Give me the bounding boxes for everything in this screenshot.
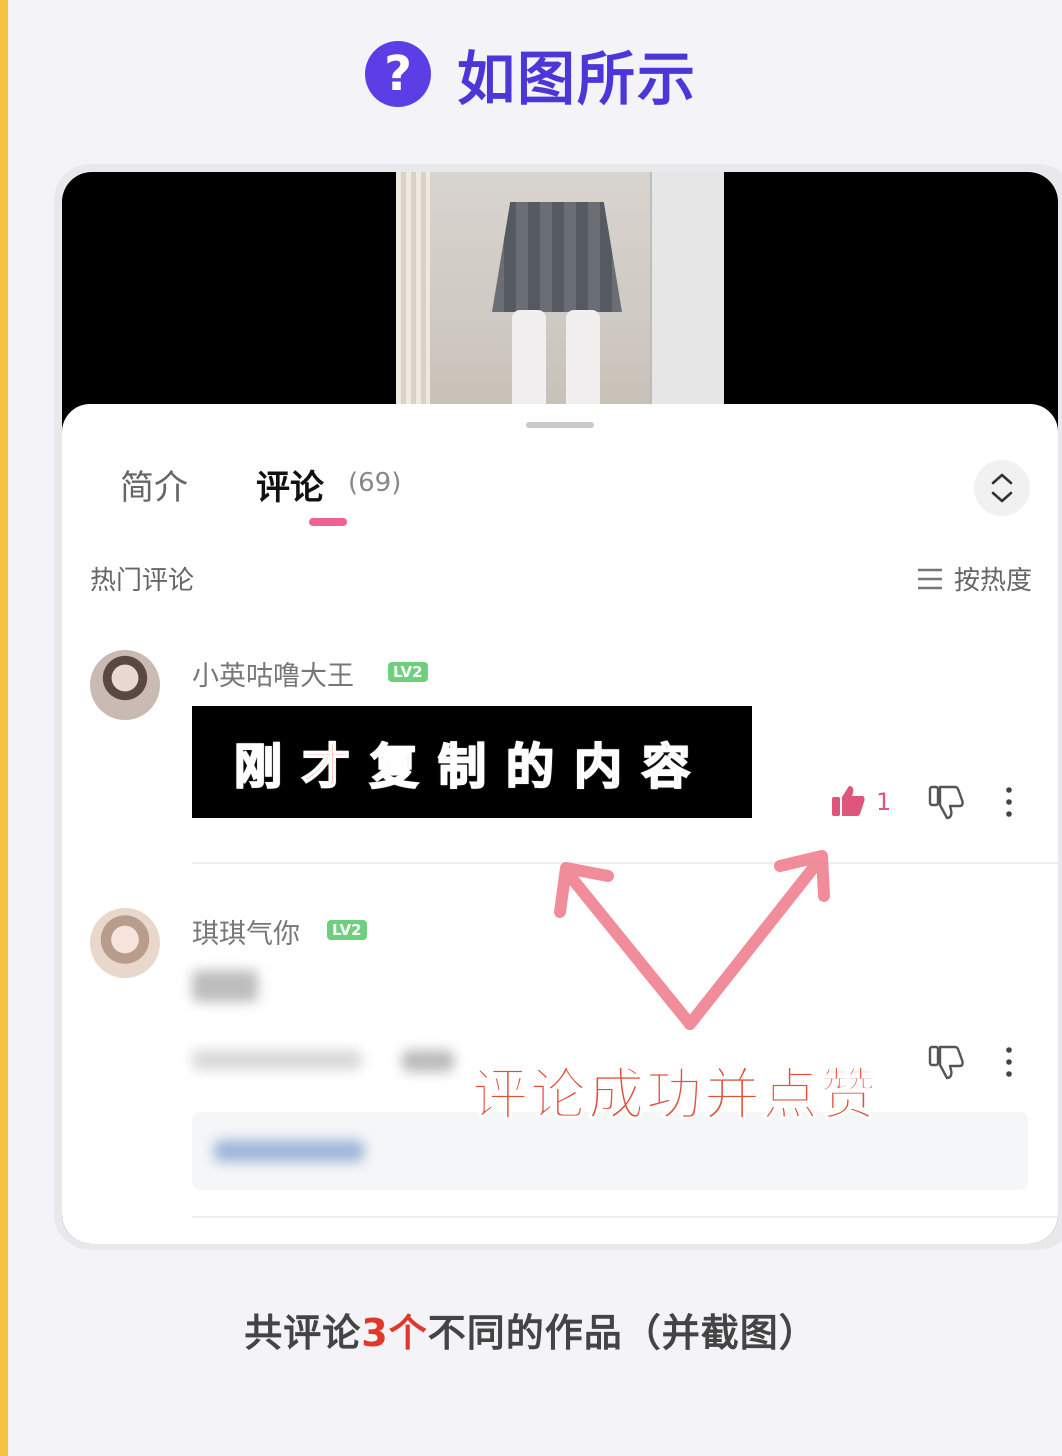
footer-instruction: 共评论3个不同的作品（并截图） [0, 1302, 1062, 1357]
comment-content: 刚才复制的内容 [233, 738, 710, 796]
avatar[interactable] [90, 908, 160, 978]
video-figure-leg [512, 310, 546, 412]
video-figure-skirt [492, 202, 622, 312]
blurred-comment-meta [192, 1050, 362, 1070]
tab-intro[interactable]: 简介 [120, 460, 188, 509]
blurred-comment-text [192, 970, 258, 1002]
comment-content-highlight: 刚才复制的内容 [192, 706, 752, 818]
footer-highlight: 3个 [361, 1311, 428, 1355]
blurred-reply-link [214, 1140, 364, 1162]
avatar[interactable] [90, 650, 160, 720]
comment-count: (69) [348, 468, 402, 498]
level-badge: LV2 [388, 662, 428, 682]
blurred-reply-button [402, 1050, 454, 1072]
sort-button[interactable]: 按热度 [916, 560, 1032, 597]
active-tab-indicator [309, 518, 347, 526]
comment-username[interactable]: 琪琪气你 [192, 912, 300, 951]
left-accent-stripe [0, 0, 8, 1456]
like-count: 1 [876, 788, 892, 816]
footer-suffix: 不同的作品（并截图） [427, 1311, 818, 1355]
video-curtain [396, 172, 430, 412]
more-vertical-icon[interactable] [1004, 1046, 1014, 1078]
page-title: 如图所示 [456, 45, 697, 113]
tab-comments[interactable]: 评论 [256, 460, 324, 509]
video-door [650, 172, 724, 412]
thumbs-down-icon[interactable] [928, 1044, 964, 1080]
sheet-grab-handle[interactable] [526, 422, 594, 428]
footer-prefix: 共评论 [244, 1311, 362, 1355]
video-figure-leg [566, 310, 600, 412]
sort-label: 按热度 [954, 566, 1033, 596]
comment-divider [192, 862, 1058, 864]
hot-comments-label: 热门评论 [90, 566, 195, 596]
level-badge: LV2 [327, 920, 367, 940]
comment-divider [192, 1216, 1058, 1218]
page-header: ? 如图所示 [0, 36, 1062, 113]
thumbs-down-icon[interactable] [928, 784, 964, 820]
thumbs-up-icon[interactable] [830, 784, 866, 818]
sort-menu-icon [918, 568, 942, 589]
comment-username[interactable]: 小英咕噜大王 [192, 654, 354, 693]
chevron-up-down-icon [991, 473, 1013, 503]
video-thumbnail[interactable] [396, 172, 724, 412]
more-vertical-icon[interactable] [1004, 786, 1014, 818]
question-circle-icon: ? [364, 41, 431, 107]
expand-button[interactable] [974, 460, 1030, 516]
annotation-caption: 评论成功并点赞 [472, 1063, 878, 1129]
